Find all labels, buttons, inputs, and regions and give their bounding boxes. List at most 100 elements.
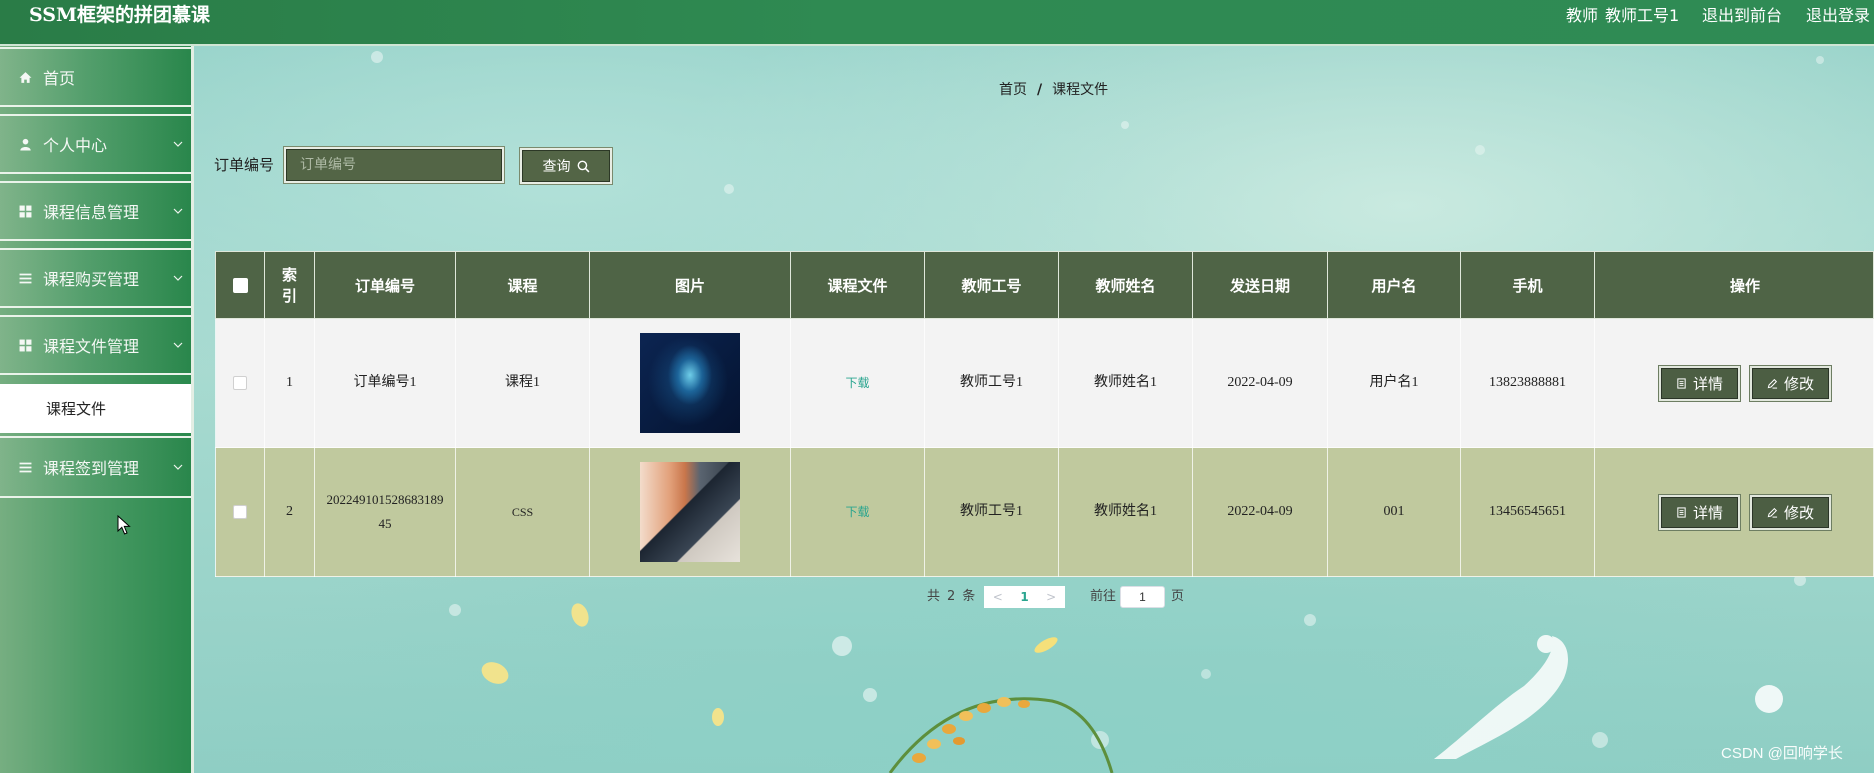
breadcrumb-home[interactable]: 首页 xyxy=(999,80,1027,100)
list-icon xyxy=(19,273,32,283)
sidebar-item-label: 首页 xyxy=(43,69,76,88)
column-header-index: 索引 xyxy=(264,251,315,319)
cell-teacher-name: 教师姓名1 xyxy=(1058,318,1193,448)
sidebar-item-home[interactable]: 首页 xyxy=(0,47,191,107)
cell-course: 课程1 xyxy=(455,318,590,448)
sidebar-subitem-label: 课程文件 xyxy=(46,400,107,418)
course-image[interactable] xyxy=(640,462,740,562)
edit-button-label: 修改 xyxy=(1783,376,1814,393)
detail-button[interactable]: 详情 xyxy=(1659,365,1740,401)
sidebar-item-label: 课程签到管理 xyxy=(43,459,140,478)
edit-button[interactable]: 修改 xyxy=(1750,365,1831,401)
grid-icon xyxy=(19,205,32,217)
goto-page-input[interactable] xyxy=(1120,586,1165,608)
breadcrumb-current: 课程文件 xyxy=(1052,82,1109,98)
select-all-cell xyxy=(215,251,265,319)
sidebar-item-course-info[interactable]: 课程信息管理 xyxy=(0,181,191,241)
app-title: SSM框架的拼团慕课 xyxy=(29,4,211,26)
grid-icon xyxy=(19,339,32,351)
sidebar-item-profile[interactable]: 个人中心 xyxy=(0,114,191,174)
sidebar-item-label: 课程信息管理 xyxy=(43,203,140,222)
breadcrumb: 首页 / 课程文件 xyxy=(999,80,1108,100)
sidebar-item-course-signin[interactable]: 课程签到管理 xyxy=(0,436,191,498)
course-image[interactable] xyxy=(640,333,740,433)
column-header-phone: 手机 xyxy=(1460,251,1595,319)
column-header-order-no: 订单编号 xyxy=(314,251,456,319)
mouse-cursor xyxy=(117,515,131,535)
cell-teacher-id: 教师工号1 xyxy=(924,447,1059,577)
sidebar: 首页 个人中心 课程信息管理 课程购买管理 课程文件管理 课程文件 课程签到管理 xyxy=(0,46,194,773)
pencil-icon xyxy=(1767,378,1778,389)
column-header-teacher-id: 教师工号 xyxy=(924,251,1059,319)
cell-order-no: 20224910152868318945 xyxy=(314,447,456,577)
pager: < 1 > xyxy=(984,586,1065,608)
order-number-search-input[interactable] xyxy=(284,147,504,183)
pencil-icon xyxy=(1767,507,1778,518)
cell-image xyxy=(589,447,791,577)
front-link[interactable]: 退出到前台 xyxy=(1702,4,1782,28)
watermark: CSDN @回响学长 xyxy=(1721,745,1843,762)
column-header-username: 用户名 xyxy=(1327,251,1461,319)
row-checkbox[interactable] xyxy=(233,504,247,519)
cell-order-no: 订单编号1 xyxy=(314,318,456,448)
select-all-checkbox[interactable] xyxy=(232,277,248,293)
search-icon xyxy=(577,160,589,172)
prev-page-button[interactable]: < xyxy=(993,590,1003,604)
cell-phone: 13456545651 xyxy=(1460,447,1595,577)
top-header: SSM框架的拼团慕课 教师 教师工号1 退出到前台 退出登录 xyxy=(0,0,1874,46)
sidebar-subitem-course-file[interactable]: 课程文件 xyxy=(0,384,191,433)
search-button-label: 查询 xyxy=(542,158,571,174)
sidebar-item-course-purchase[interactable]: 课程购买管理 xyxy=(0,248,191,308)
app-window: SSM框架的拼团慕课 教师 教师工号1 退出到前台 退出登录 首页 个人中心 课… xyxy=(0,0,1874,773)
download-link[interactable]: 下载 xyxy=(845,505,869,519)
edit-button-label: 修改 xyxy=(1783,505,1814,522)
sidebar-item-label: 个人中心 xyxy=(43,136,108,155)
flower-stem xyxy=(888,697,1114,773)
chevron-down-icon xyxy=(173,141,183,147)
cell-image xyxy=(589,318,791,448)
table-header-row: 索引 订单编号 课程 图片 课程文件 教师工号 教师姓名 发送日期 用户名 手机… xyxy=(215,251,1874,319)
breadcrumb-separator: / xyxy=(1037,82,1043,98)
logout-link[interactable]: 退出登录 xyxy=(1806,4,1870,28)
search-button[interactable]: 查询 xyxy=(520,148,612,184)
pagination-total: 共2条 xyxy=(927,586,982,608)
course-file-table: 索引 订单编号 课程 图片 课程文件 教师工号 教师姓名 发送日期 用户名 手机… xyxy=(215,251,1874,577)
row-select-cell xyxy=(215,318,265,448)
search-label: 订单编号 xyxy=(214,156,275,174)
column-header-course: 课程 xyxy=(455,251,590,319)
cell-username: 用户名1 xyxy=(1327,318,1461,448)
pagination-total-count: 2 xyxy=(947,589,956,604)
cell-username: 001 xyxy=(1327,447,1461,577)
column-header-image: 图片 xyxy=(589,251,791,319)
column-header-send-date: 发送日期 xyxy=(1192,251,1328,319)
document-icon xyxy=(1677,506,1686,518)
sidebar-item-label: 课程文件管理 xyxy=(43,337,140,356)
cell-teacher-id: 教师工号1 xyxy=(924,318,1059,448)
cell-send-date: 2022-04-09 xyxy=(1192,447,1328,577)
goto-page-suffix: 页 xyxy=(1171,589,1185,604)
next-page-button[interactable]: > xyxy=(1046,590,1056,604)
cell-phone: 13823888881 xyxy=(1460,318,1595,448)
cell-course-file: 下载 xyxy=(790,318,925,448)
cell-actions: 详情 修改 xyxy=(1594,447,1874,577)
detail-button[interactable]: 详情 xyxy=(1659,494,1740,530)
water-splash xyxy=(1434,635,1568,759)
sidebar-item-label: 课程购买管理 xyxy=(43,270,140,289)
row-checkbox[interactable] xyxy=(233,375,247,390)
cell-course-file: 下载 xyxy=(790,447,925,577)
chevron-down-icon xyxy=(173,342,183,348)
edit-button[interactable]: 修改 xyxy=(1750,494,1831,530)
user-icon xyxy=(20,138,31,150)
cell-course: CSS xyxy=(455,447,590,577)
cell-index: 1 xyxy=(264,318,315,448)
sidebar-item-course-file[interactable]: 课程文件管理 xyxy=(0,315,191,375)
detail-button-label: 详情 xyxy=(1692,376,1723,393)
row-select-cell xyxy=(215,447,265,577)
table-row: 2 20224910152868318945 CSS 下载 教师工号1 教师姓名… xyxy=(215,447,1874,577)
cell-send-date: 2022-04-09 xyxy=(1192,318,1328,448)
chevron-down-icon xyxy=(173,275,183,281)
cell-teacher-name: 教师姓名1 xyxy=(1058,447,1193,577)
document-icon xyxy=(1677,377,1686,389)
download-link[interactable]: 下载 xyxy=(845,376,869,390)
page-number-current[interactable]: 1 xyxy=(1020,590,1028,604)
